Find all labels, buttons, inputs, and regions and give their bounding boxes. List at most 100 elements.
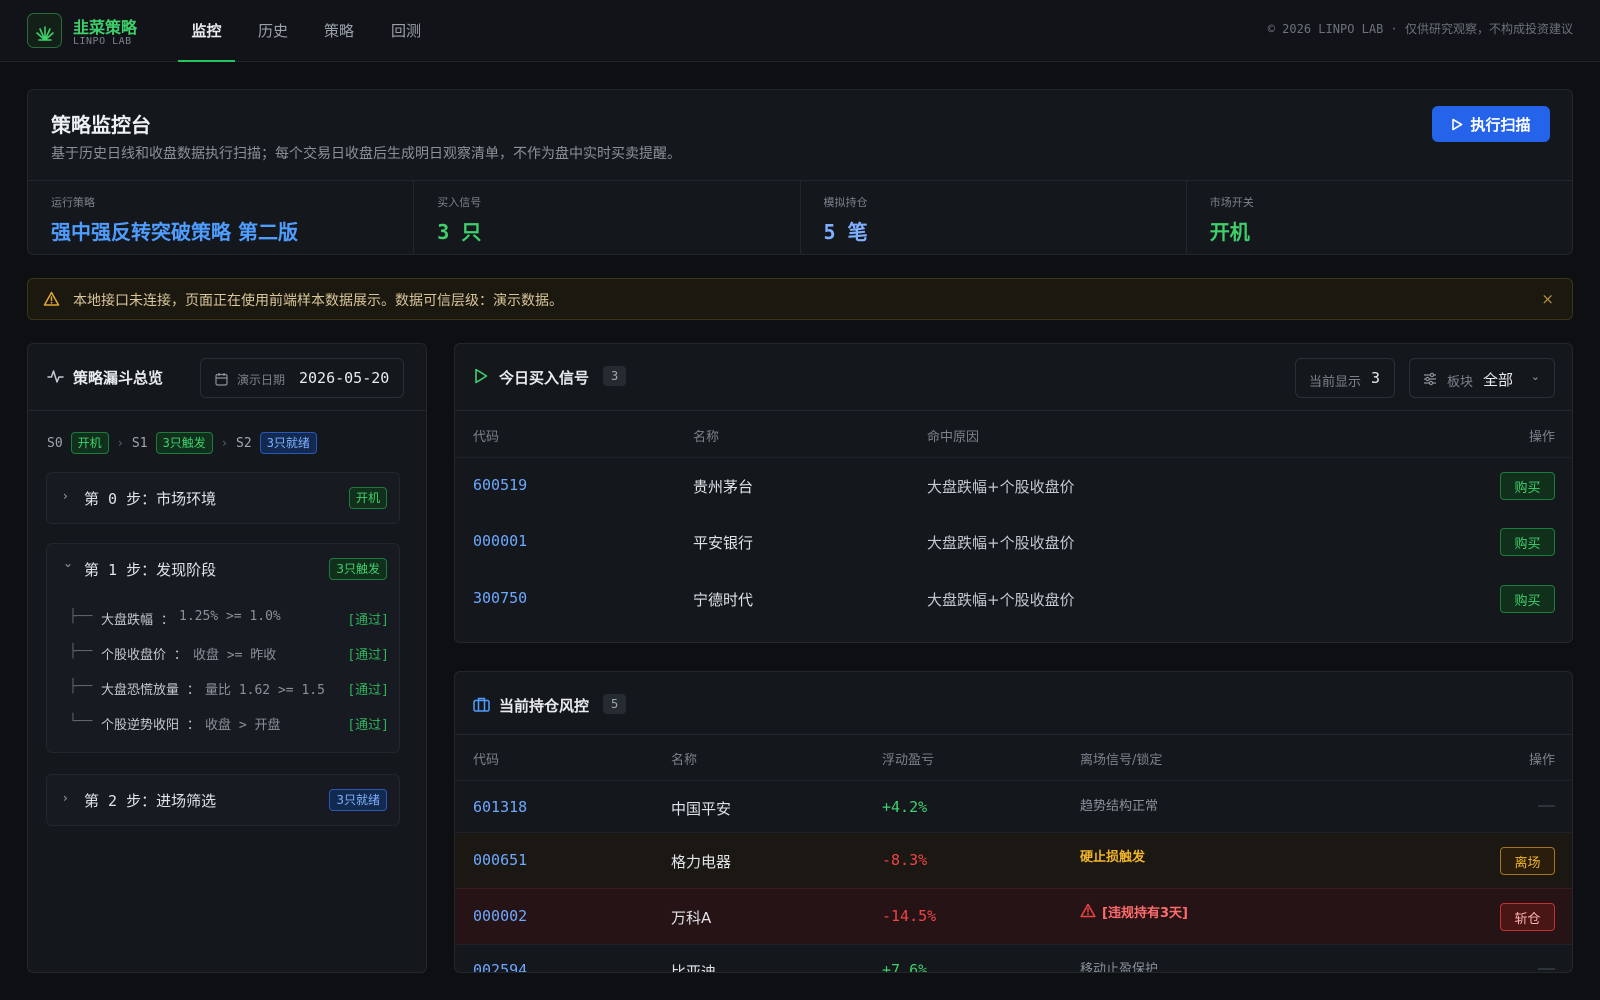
column-header-pnl: 浮动盈亏 bbox=[882, 753, 935, 768]
stock-code[interactable]: 000001 bbox=[473, 532, 527, 550]
funnel-card: 策略漏斗总览 演示日期 2026-05-20 S0 开机 › S1 3只触发 ›… bbox=[27, 343, 427, 973]
condition-name: 个股逆势收阳 ： bbox=[101, 718, 200, 733]
stock-code[interactable]: 601318 bbox=[473, 798, 527, 816]
step-badge: 开机 bbox=[348, 487, 387, 509]
buy-button[interactable]: 购买 bbox=[1500, 585, 1555, 613]
nav-strategy[interactable]: 策略 bbox=[315, 0, 363, 62]
table-row: 002594 比亚迪 +7.6% 移动止盈保护 —— bbox=[455, 944, 1572, 973]
stock-name: 宁德时代 bbox=[693, 591, 754, 609]
condition-result: [通过] bbox=[347, 613, 389, 628]
funnel-title: 策略漏斗总览 bbox=[73, 369, 164, 387]
floating-pnl: -8.3% bbox=[882, 851, 928, 869]
exit-signal: 移动止盈保护 bbox=[1080, 962, 1159, 973]
stock-name: 贵州茅台 bbox=[693, 478, 754, 496]
warning-icon bbox=[43, 291, 60, 306]
condition-name: 大盘跌幅 ： bbox=[101, 613, 174, 628]
table-row: 601318 中国平安 +4.2% 趋势结构正常 —— bbox=[455, 780, 1572, 832]
condition-name: 个股收盘价 ： bbox=[101, 648, 187, 663]
step-title: 第 1 步：发现阶段 bbox=[84, 561, 217, 579]
play-icon bbox=[475, 368, 488, 384]
sector-filter-select[interactable]: 板块 全部 ⌄ bbox=[1409, 358, 1555, 398]
stat-value: 强中强反转突破策略 第二版 bbox=[51, 220, 298, 244]
buy-button[interactable]: 购买 bbox=[1500, 472, 1555, 500]
chain-stage: S2 bbox=[236, 435, 252, 451]
chevron-down-icon: ⌄ bbox=[63, 556, 74, 570]
step-discovery[interactable]: ⌄ 第 1 步：发现阶段 3只触发 ├── 大盘跌幅 ： 1.25% >= 1.… bbox=[46, 543, 400, 753]
condition-rule: 1.25% >= 1.0% bbox=[179, 609, 281, 624]
current-display-box: 当前显示 3 bbox=[1295, 358, 1395, 398]
chevron-right-icon: › bbox=[220, 436, 229, 450]
stock-name: 平安银行 bbox=[693, 534, 754, 552]
stock-code[interactable]: 000651 bbox=[473, 851, 527, 869]
step-title: 第 0 步：市场环境 bbox=[84, 490, 217, 508]
stat-label: 市场开关 bbox=[1209, 196, 1254, 209]
stat-label: 模拟持仓 bbox=[823, 196, 868, 209]
step-badge: 3只就绪 bbox=[329, 789, 387, 811]
page-description: 基于历史日线和收盘数据执行扫描；每个交易日收盘后生成明日观察清单，不作为盘中实时… bbox=[51, 146, 681, 162]
page-title: 策略监控台 bbox=[51, 113, 151, 137]
column-header-action: 操作 bbox=[1528, 753, 1555, 768]
cut-position-button[interactable]: 斩仓 bbox=[1500, 903, 1555, 931]
chain-stage: S1 bbox=[131, 435, 148, 451]
nav-monitor[interactable]: 监控 bbox=[178, 0, 235, 62]
stock-code[interactable]: 300750 bbox=[473, 589, 527, 607]
step-market-environment[interactable]: › 第 0 步：市场环境 开机 bbox=[46, 472, 400, 524]
buy-button[interactable]: 购买 bbox=[1500, 528, 1555, 556]
column-header-action: 操作 bbox=[1528, 430, 1555, 445]
tree-branch: ├── bbox=[69, 679, 93, 694]
tree-branch: └── bbox=[69, 714, 93, 729]
condition-row: └── 个股逆势收阳 ： 收盘 > 开盘 [通过] bbox=[69, 712, 389, 734]
alert-triangle-icon bbox=[1080, 903, 1096, 918]
exit-signal: [违规持有3天] bbox=[1102, 906, 1188, 921]
chevron-down-icon: ⌄ bbox=[1530, 370, 1540, 383]
close-icon[interactable]: × bbox=[1541, 290, 1554, 308]
condition-rule: 收盘 >= 昨收 bbox=[193, 648, 277, 663]
exit-signal: 硬止损触发 bbox=[1080, 850, 1146, 865]
column-header-code: 代码 bbox=[473, 753, 500, 768]
step-header[interactable]: › 第 2 步：进场筛选 3只就绪 bbox=[47, 775, 399, 825]
condition-row: ├── 大盘跌幅 ： 1.25% >= 1.0% [通过] bbox=[69, 607, 389, 629]
funnel-chain: S0 开机 › S1 3只触发 › S2 3只就绪 bbox=[47, 432, 317, 454]
top-bar: 韭菜策略 LINPO LAB 监控 历史 策略 回测 © 2026 LINPO … bbox=[0, 0, 1600, 62]
stock-code[interactable]: 600519 bbox=[473, 476, 527, 494]
stat-positions: 模拟持仓 5 笔 bbox=[801, 181, 1187, 254]
date-picker[interactable]: 演示日期 2026-05-20 bbox=[200, 358, 404, 398]
signals-title: 今日买入信号 bbox=[499, 369, 590, 387]
floating-pnl: +4.2% bbox=[882, 798, 928, 816]
chain-badge: 开机 bbox=[70, 432, 109, 454]
alert-message: 本地接口未连接，页面正在使用前端样本数据展示。数据可信层级：演示数据。 bbox=[73, 293, 563, 309]
step-title: 第 2 步：进场筛选 bbox=[84, 792, 217, 810]
sector-value: 全部 bbox=[1483, 371, 1514, 389]
monitor-card: 策略监控台 基于历史日线和收盘数据执行扫描；每个交易日收盘后生成明日观察清单，不… bbox=[27, 89, 1573, 255]
play-icon bbox=[1452, 118, 1463, 130]
stat-value: 开机 bbox=[1209, 220, 1250, 244]
briefcase-icon bbox=[473, 697, 490, 712]
stat-strategy: 运行策略 强中强反转突破策略 第二版 bbox=[28, 181, 415, 254]
run-scan-label: 执行扫描 bbox=[1470, 115, 1531, 134]
sliders-icon bbox=[1424, 372, 1436, 386]
funnel-header: 策略漏斗总览 演示日期 2026-05-20 bbox=[28, 344, 426, 411]
step-header[interactable]: ⌄ 第 1 步：发现阶段 3只触发 bbox=[47, 544, 399, 594]
step-header[interactable]: › 第 0 步：市场环境 开机 bbox=[47, 473, 399, 523]
run-scan-button[interactable]: 执行扫描 bbox=[1432, 106, 1550, 142]
step-entry-screening[interactable]: › 第 2 步：进场筛选 3只就绪 bbox=[46, 774, 400, 826]
step-badge: 3只触发 bbox=[329, 558, 387, 580]
tree-branch: ├── bbox=[69, 644, 93, 659]
activity-icon bbox=[47, 370, 64, 383]
nav-backtest[interactable]: 回测 bbox=[382, 0, 430, 62]
condition-row: ├── 个股收盘价 ： 收盘 >= 昨收 [通过] bbox=[69, 642, 389, 664]
hit-reason: 大盘跌幅+个股收盘价 bbox=[927, 534, 1075, 552]
chevron-right-icon: › bbox=[63, 489, 68, 503]
exit-button[interactable]: 离场 bbox=[1500, 847, 1555, 875]
nav-history[interactable]: 历史 bbox=[249, 0, 297, 62]
condition-row: ├── 大盘恐慌放量 ： 量比 1.62 >= 1.5 [通过] bbox=[69, 677, 389, 699]
positions-title: 当前持仓风控 bbox=[499, 697, 590, 715]
stock-code[interactable]: 002594 bbox=[473, 961, 527, 972]
chain-badge: 3只就绪 bbox=[259, 432, 317, 454]
stock-code[interactable]: 000002 bbox=[473, 907, 527, 925]
tree-branch: ├── bbox=[69, 609, 93, 624]
column-header-name: 名称 bbox=[671, 753, 698, 768]
positions-count-badge: 5 bbox=[603, 694, 627, 714]
column-header-reason: 命中原因 bbox=[927, 430, 980, 445]
current-display-label: 当前显示 bbox=[1309, 375, 1362, 390]
